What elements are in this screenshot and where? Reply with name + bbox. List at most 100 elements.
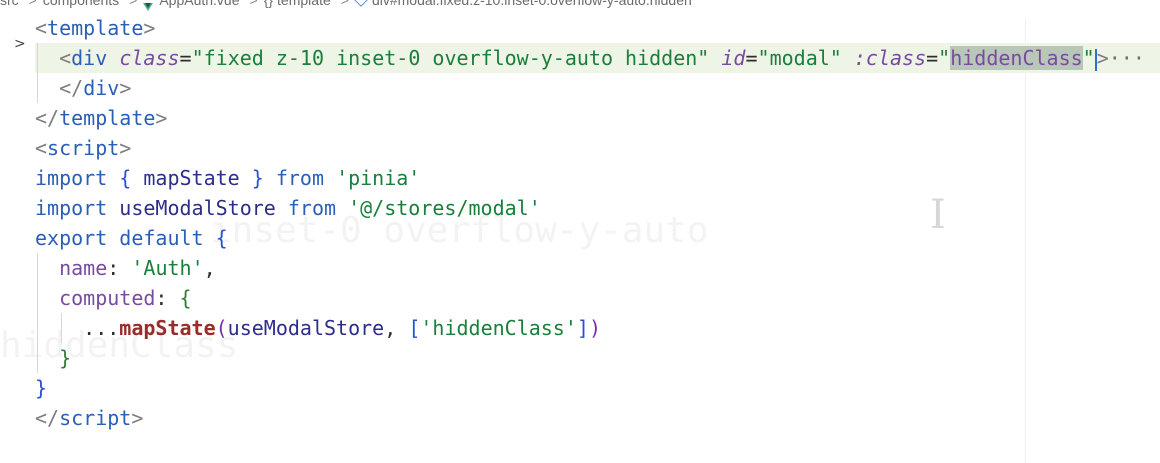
breadcrumb-item-components[interactable]: components — [43, 0, 119, 10]
indent-guide — [37, 343, 38, 373]
code-token: { — [215, 226, 228, 250]
indent-guide — [37, 253, 38, 283]
code-token: { — [179, 286, 192, 310]
breadcrumb-separator: > — [28, 0, 37, 8]
code-token: < — [59, 46, 72, 70]
code-token: } — [35, 376, 48, 400]
code-line[interactable]: </template> — [35, 103, 1160, 133]
code-token: " — [938, 46, 951, 70]
code-token: 'pinia' — [336, 166, 421, 190]
code-token: , — [384, 316, 409, 340]
code-token: export — [35, 226, 108, 250]
code-token: from — [263, 166, 337, 190]
code-editor[interactable]: src > components > AppAuth.vue > {} temp… — [0, 0, 1160, 463]
selected-token: hiddenClass — [950, 46, 1083, 70]
indent-guide — [37, 73, 38, 103]
indent-guide — [37, 283, 38, 313]
code-token: ] — [576, 316, 589, 340]
code-token: </ — [35, 406, 60, 430]
indent-guide — [37, 43, 38, 73]
code-token: script — [47, 136, 120, 160]
code-token: 'Auth' — [131, 256, 204, 280]
code-line[interactable]: computed: { — [35, 283, 1160, 313]
code-line[interactable]: <div class="fixed z-10 inset-0 overflow-… — [35, 43, 1160, 73]
breadcrumb-separator: > — [340, 0, 349, 8]
code-line[interactable]: <script> — [35, 133, 1160, 163]
code-token: </ — [59, 76, 84, 100]
element-symbol-icon — [354, 0, 368, 7]
code-line[interactable]: export default { — [35, 223, 1160, 253]
code-line[interactable]: } — [35, 373, 1160, 403]
code-token: , — [203, 256, 216, 280]
code-token: id — [721, 46, 746, 70]
code-token: template — [59, 106, 156, 130]
code-token: > — [131, 406, 144, 430]
code-token: template — [47, 16, 144, 40]
code-token: > — [119, 136, 132, 160]
code-token: : — [155, 286, 180, 310]
code-line[interactable]: </div> — [35, 73, 1160, 103]
code-token: '@/stores/modal' — [348, 196, 541, 220]
breadcrumb-item-src[interactable]: src — [0, 0, 19, 10]
code-line[interactable]: name: 'Auth', — [35, 253, 1160, 283]
breadcrumb-separator: > — [129, 0, 138, 8]
code-token: } — [59, 346, 72, 370]
fold-chevron-icon[interactable]: > — [14, 36, 26, 52]
code-token: ... — [83, 316, 120, 340]
code-token: "modal" — [757, 46, 842, 70]
breadcrumb-separator: > — [249, 0, 258, 8]
code-token: ) — [588, 316, 601, 340]
code-token: = — [179, 46, 192, 70]
code-token: 'hiddenClass' — [420, 316, 577, 340]
breadcrumb-item-template[interactable]: template — [277, 0, 331, 10]
code-token: } — [251, 166, 264, 190]
code-token: " — [1082, 46, 1095, 70]
code-token: name — [59, 256, 108, 280]
code-token: > — [119, 76, 132, 100]
code-line[interactable]: </script> — [35, 403, 1160, 433]
code-token: script — [59, 406, 132, 430]
template-symbol-icon: {} — [263, 0, 274, 8]
code-token: > — [155, 106, 168, 130]
code-line[interactable]: <template> — [35, 13, 1160, 43]
breadcrumb-item-element[interactable]: div#modal.fixed.z-10.inset-0.overflow-y-… — [372, 0, 692, 10]
code-token: [ — [408, 316, 421, 340]
code-token: mapState — [131, 166, 252, 190]
code-token: "fixed z-10 inset-0 overflow-y-auto hidd… — [191, 46, 710, 70]
code-token: import — [35, 166, 108, 190]
code-token: > — [143, 16, 156, 40]
code-token: useModalStore — [107, 196, 288, 220]
code-line[interactable]: } — [35, 343, 1160, 373]
code-token: from — [287, 196, 337, 220]
code-token: import — [35, 196, 108, 220]
code-token: > — [1096, 46, 1109, 70]
code-token: useModalStore — [227, 316, 385, 340]
code-lines[interactable]: <template> <div class="fixed z-10 inset-… — [35, 13, 1160, 433]
code-token: ( — [215, 316, 228, 340]
indent-guide — [37, 313, 38, 343]
code-line[interactable]: ...mapState(useModalStore, ['hiddenClass… — [35, 313, 1160, 343]
code-token: < — [35, 136, 48, 160]
code-token: default — [119, 226, 204, 250]
code-token: = — [745, 46, 758, 70]
code-token: div — [71, 46, 108, 70]
code-token: mapState — [119, 316, 216, 340]
indent-guide — [61, 313, 63, 343]
breadcrumb-item-file[interactable]: AppAuth.vue — [159, 0, 239, 10]
breadcrumb: src > components > AppAuth.vue > {} temp… — [0, 0, 1160, 11]
code-token: : — [107, 256, 132, 280]
code-line[interactable]: import useModalStore from '@/stores/moda… — [35, 193, 1160, 223]
overflow-ellipsis-icon[interactable]: ··· — [1109, 46, 1145, 70]
code-token: = — [926, 46, 939, 70]
code-line[interactable]: import { mapState } from 'pinia' — [35, 163, 1160, 193]
